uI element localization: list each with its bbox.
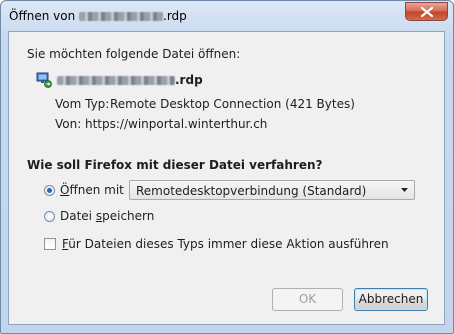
close-icon [421,7,433,17]
intro-text: Sie möchten folgende Datei öffnen: [27,47,241,61]
title-bar[interactable]: Öffnen von .rdp [1,1,453,31]
type-value: Remote Desktop Connection (421 Bytes) [110,97,355,111]
title-prefix: Öffnen von [9,9,76,23]
from-value: https://winportal.winterthur.ch [85,117,268,131]
dialog-window: Öffnen von .rdp Sie möchten folgende Dat… [0,0,454,334]
application-select-value: Remotedesktopverbindung (Standard) [136,184,367,198]
redacted-filename [57,76,175,85]
label-text: Datei [60,209,96,223]
from-label: Von: [55,117,82,131]
label-text: ür Dateien dieses Typs immer diese Aktio… [68,237,389,251]
open-with-radio[interactable] [44,185,55,196]
remote-desktop-file-icon [36,72,52,88]
question-heading: Wie soll Firefox mit dieser Datei verfah… [27,158,323,172]
window-title: Öffnen von .rdp [9,9,187,23]
redacted-filename [79,12,163,21]
application-select[interactable]: Remotedesktopverbindung (Standard) [129,180,415,200]
label-text: peichern [102,209,155,223]
type-label: Vom Typ: [55,97,110,111]
ok-button[interactable]: OK [272,288,343,311]
always-do-this-checkbox[interactable] [44,238,56,250]
file-name: .rdp [57,73,203,87]
cancel-button[interactable]: Abbrechen [354,288,428,311]
label-text: ffnen mit [69,183,124,197]
dialog-content: Sie möchten folgende Datei öffnen: .rdp … [8,31,445,325]
file-suffix: .rdp [175,73,203,87]
always-do-this-label[interactable]: Für Dateien dieses Typs immer diese Akti… [62,237,389,251]
title-suffix: .rdp [163,9,187,23]
open-with-label[interactable]: Öffnen mit [60,183,124,197]
chevron-down-icon [401,188,408,192]
save-file-label[interactable]: Datei speichern [60,209,154,223]
save-file-radio[interactable] [44,211,55,222]
close-button[interactable] [405,2,448,21]
